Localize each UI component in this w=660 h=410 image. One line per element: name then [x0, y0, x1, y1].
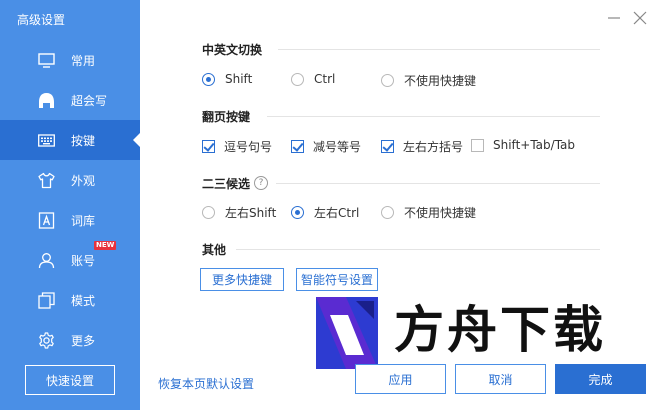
sidebar-item-account[interactable]: 账号 NEW [0, 240, 140, 280]
divider [267, 116, 600, 117]
option-label: 减号等号 [313, 140, 362, 154]
sidebar-item-superwrite[interactable]: 超会写 [0, 80, 140, 120]
window-title: 高级设置 [17, 13, 66, 27]
sidebar-item-label: 模式 [71, 294, 96, 308]
help-icon[interactable]: ? [254, 176, 268, 190]
section-title-switch: 中英文切换 [202, 43, 263, 57]
sidebar-item-common[interactable]: 常用 [0, 40, 140, 80]
checkbox[interactable] [202, 140, 215, 153]
radio-button[interactable] [291, 206, 304, 219]
option-label: 逗号句号 [224, 140, 273, 154]
new-badge: NEW [94, 241, 117, 250]
mode-icon [38, 292, 55, 309]
checkbox[interactable] [291, 140, 304, 153]
sidebar: 高级设置 常用 超会写 按键 外观 词库 账号 NEW 模式 更多 快速设置 [0, 0, 140, 410]
radio-switch-shift[interactable]: Shift [202, 72, 252, 86]
checkbox-minus-equals[interactable]: 减号等号 [291, 138, 361, 155]
option-label: 不使用快捷键 [404, 206, 477, 220]
sidebar-item-label: 更多 [71, 334, 96, 348]
shirt-icon [38, 172, 55, 189]
radio-candidate-shift[interactable]: 左右Shift [202, 204, 276, 221]
apply-button[interactable]: 应用 [355, 364, 446, 394]
keyboard-icon [38, 134, 55, 147]
checkbox-shift-tab[interactable]: Shift+Tab/Tab [471, 138, 575, 152]
monitor-icon [38, 53, 55, 68]
section-title-other: 其他 [202, 243, 227, 257]
sidebar-item-dictionary[interactable]: 词库 [0, 200, 140, 240]
section-title-candidate: 二三候选 [202, 177, 251, 191]
watermark-text: 方舟下载 [394, 301, 606, 359]
sidebar-item-more[interactable]: 更多 [0, 320, 140, 360]
radio-button[interactable] [381, 74, 394, 87]
checkbox[interactable] [381, 140, 394, 153]
divider [276, 183, 600, 184]
done-button[interactable]: 完成 [555, 364, 646, 394]
radio-candidate-ctrl[interactable]: 左右Ctrl [291, 204, 359, 221]
checkbox-brackets[interactable]: 左右方括号 [381, 138, 463, 155]
radio-candidate-none[interactable]: 不使用快捷键 [381, 204, 476, 221]
radio-button[interactable] [381, 206, 394, 219]
more-shortcuts-button[interactable]: 更多快捷键 [200, 268, 284, 291]
radio-button[interactable] [202, 206, 215, 219]
sidebar-item-label: 超会写 [71, 94, 108, 108]
checkbox-comma-period[interactable]: 逗号句号 [202, 138, 272, 155]
smart-symbol-settings-button[interactable]: 智能符号设置 [296, 268, 378, 291]
radio-switch-none[interactable]: 不使用快捷键 [381, 72, 476, 89]
restore-defaults-link[interactable]: 恢复本页默认设置 [158, 375, 254, 392]
section-title-paging: 翻页按键 [202, 110, 251, 124]
option-label: Shift [225, 72, 253, 86]
option-label: 左右Shift [225, 206, 277, 220]
close-icon[interactable] [633, 11, 647, 25]
watermark-logo-icon [316, 297, 378, 369]
radio-button[interactable] [202, 72, 215, 86]
sidebar-item-label: 词库 [71, 214, 96, 228]
sidebar-item-label: 常用 [71, 54, 96, 68]
option-label: Shift+Tab/Tab [493, 138, 576, 152]
dictionary-icon [38, 212, 55, 229]
checkbox[interactable] [471, 138, 484, 152]
sidebar-item-keys[interactable]: 按键 [0, 120, 140, 160]
quick-settings-button[interactable]: 快速设置 [25, 365, 115, 395]
sidebar-item-appearance[interactable]: 外观 [0, 160, 140, 200]
sidebar-item-label: 按键 [71, 134, 96, 148]
radio-button[interactable] [291, 72, 304, 86]
option-label: 不使用快捷键 [404, 74, 477, 88]
option-label: Ctrl [314, 72, 336, 86]
sidebar-item-label: 外观 [71, 174, 96, 188]
radio-switch-ctrl[interactable]: Ctrl [291, 72, 335, 86]
divider [236, 249, 600, 250]
gear-icon [39, 332, 54, 349]
option-label: 左右方括号 [403, 140, 464, 154]
watermark: 方舟下载 [316, 297, 616, 369]
pen-icon [39, 93, 54, 108]
sidebar-item-mode[interactable]: 模式 [0, 280, 140, 320]
sidebar-item-label: 账号 [71, 254, 96, 268]
sidebar-nav: 常用 超会写 按键 外观 词库 账号 NEW 模式 更多 [0, 40, 140, 360]
option-label: 左右Ctrl [314, 206, 360, 220]
user-icon [38, 253, 55, 269]
cancel-button[interactable]: 取消 [455, 364, 546, 394]
divider [278, 49, 600, 50]
minimize-icon[interactable] [607, 11, 621, 25]
